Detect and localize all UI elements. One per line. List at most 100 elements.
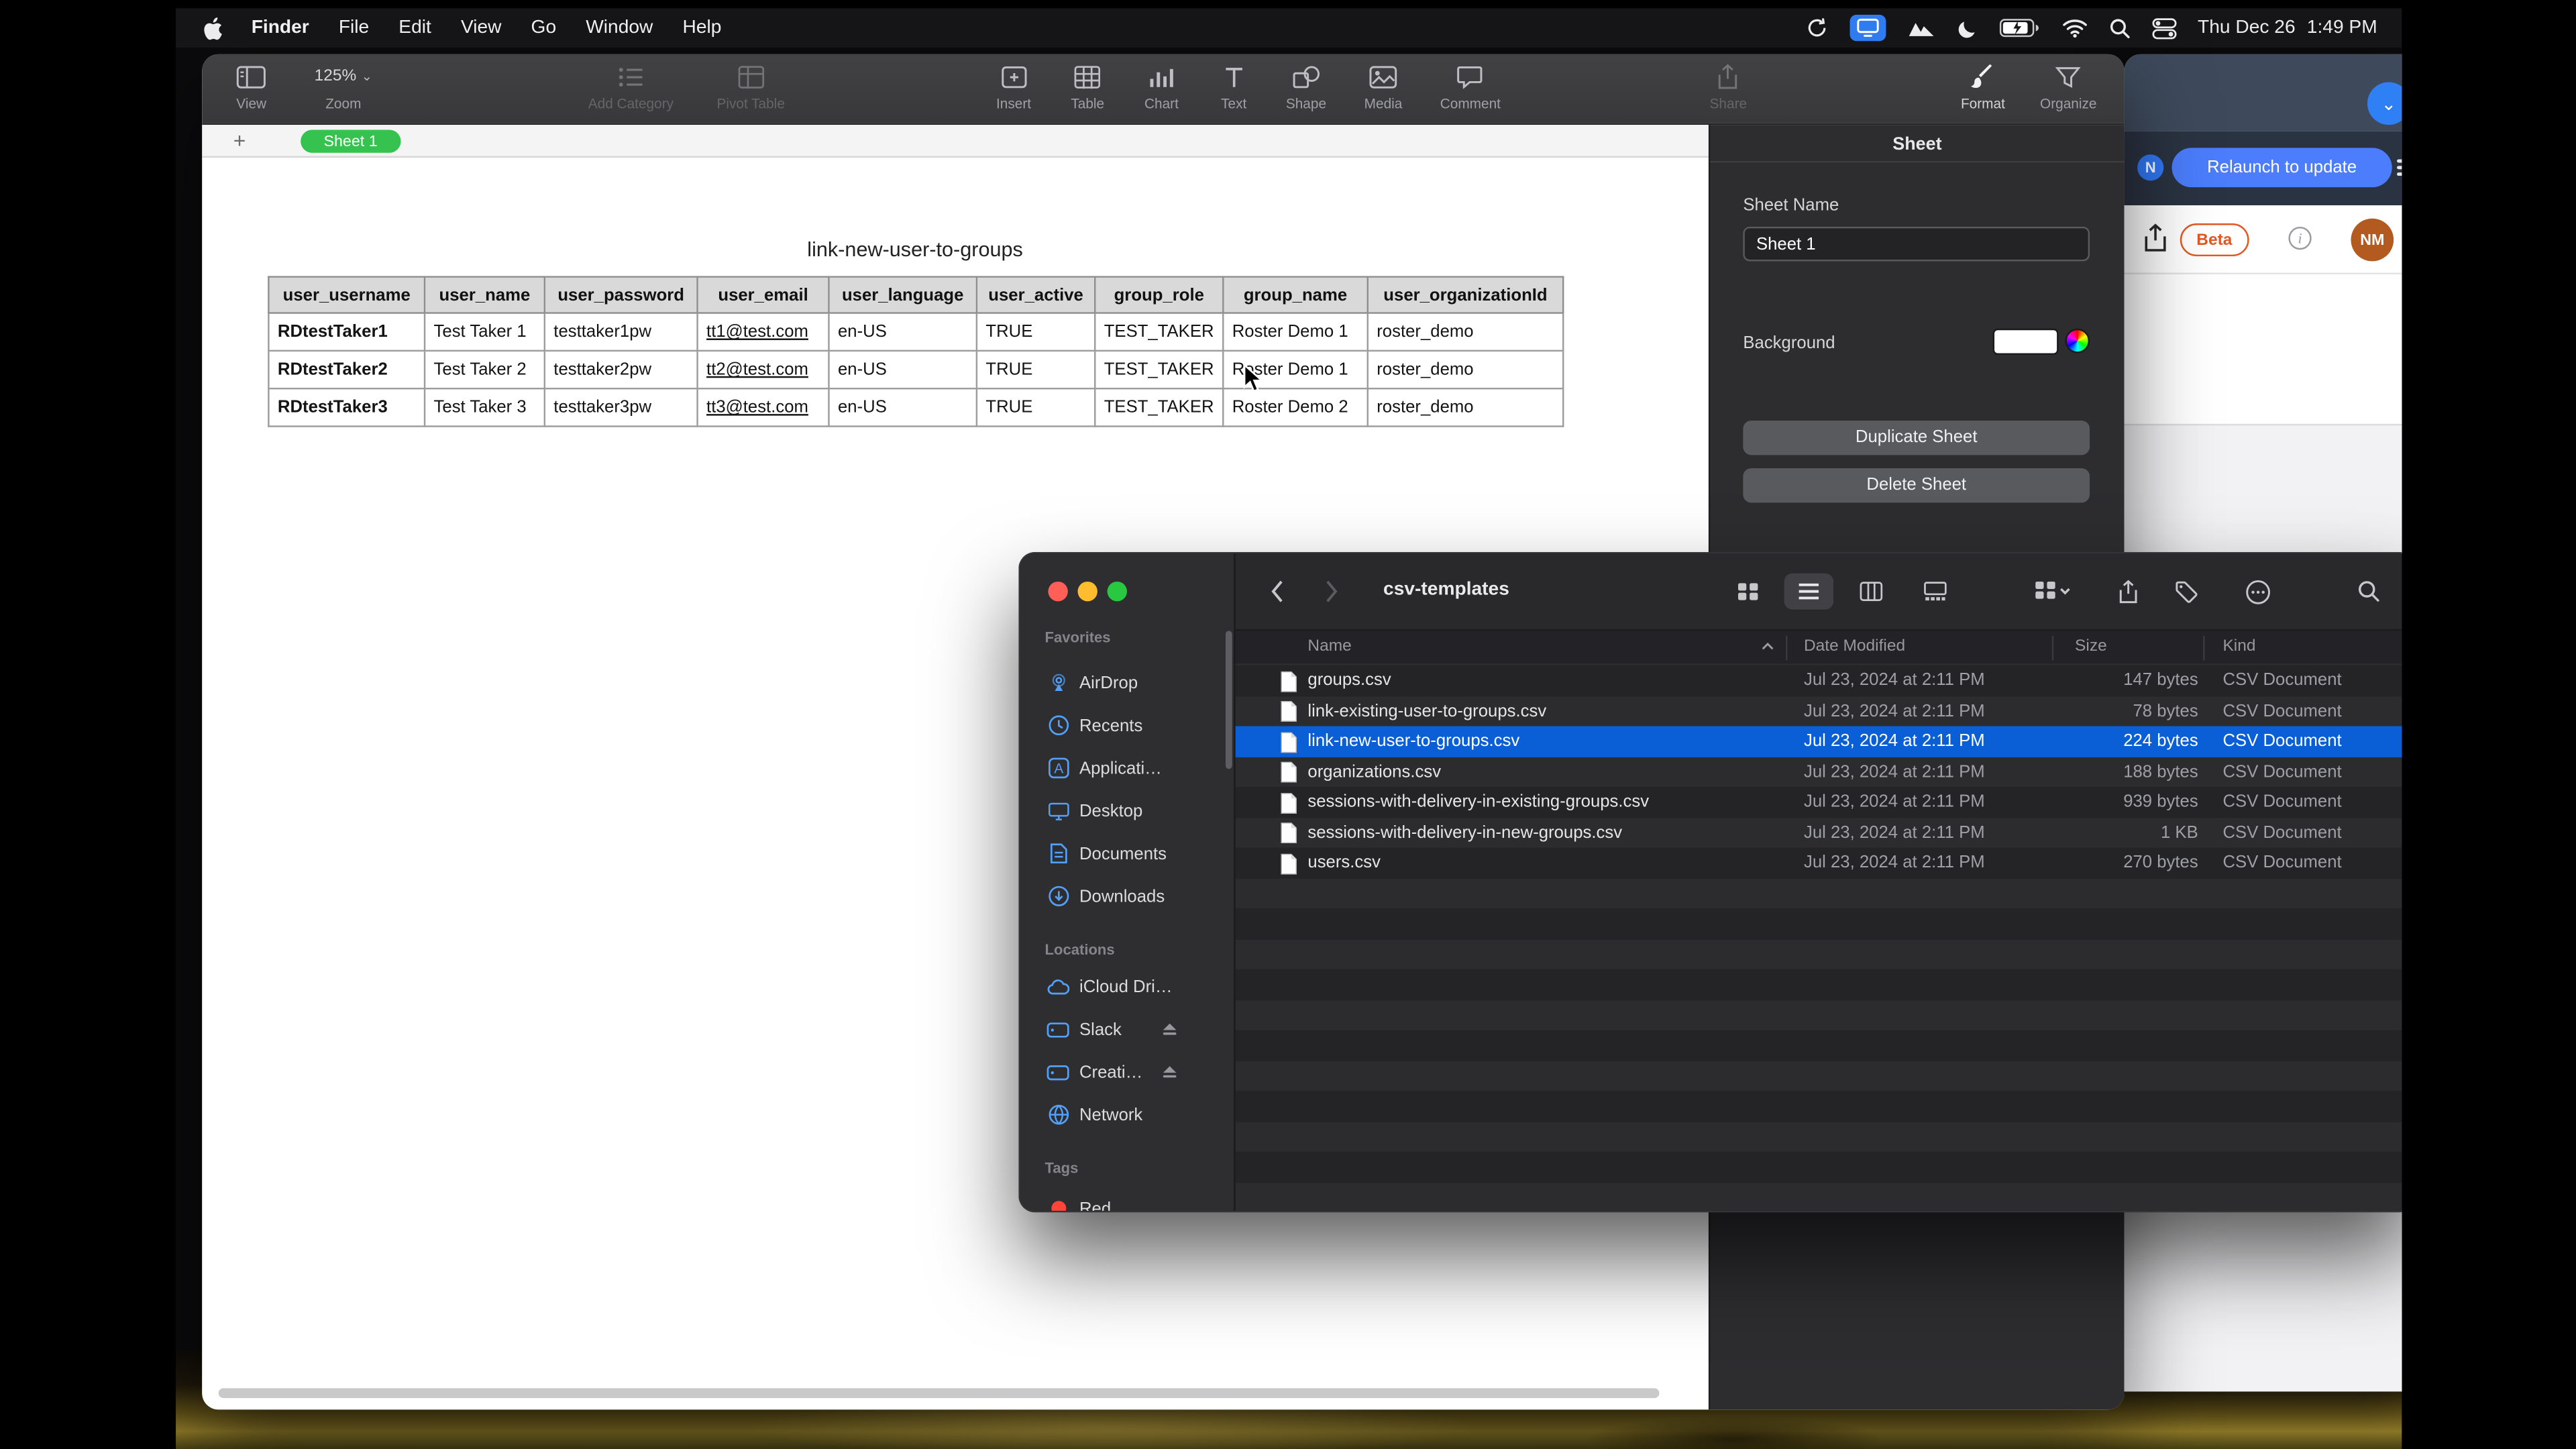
menu-go[interactable]: Go — [517, 18, 572, 38]
media-button[interactable]: Media — [1364, 62, 1403, 111]
file-row[interactable]: groups.csv Jul 23, 2024 at 2:11 PM 147 b… — [1236, 665, 2402, 696]
screen-mirroring-indicator[interactable] — [1849, 15, 1886, 41]
cell[interactable]: en-US — [829, 351, 977, 388]
menu-bar-clock[interactable]: Thu Dec 261:49 PM — [2198, 18, 2377, 38]
cell[interactable]: RDtestTaker1 — [268, 313, 425, 351]
cell[interactable]: Roster Demo 1 — [1223, 313, 1368, 351]
upload-icon[interactable] — [2142, 223, 2168, 261]
zoom-button[interactable] — [1108, 582, 1127, 601]
file-row-selected[interactable]: link-new-user-to-groups.csv Jul 23, 2024… — [1236, 726, 2402, 756]
menu-file[interactable]: File — [324, 18, 384, 38]
column-header[interactable]: user_name — [425, 277, 545, 313]
cell[interactable]: roster_demo — [1368, 313, 1563, 351]
eject-icon[interactable] — [1161, 1022, 1177, 1041]
group-by-button[interactable] — [2034, 580, 2070, 602]
file-row[interactable]: sessions-with-delivery-in-existing-group… — [1236, 787, 2402, 817]
column-header[interactable]: group_role — [1095, 277, 1223, 313]
eject-icon[interactable] — [1161, 1065, 1177, 1084]
column-header[interactable]: user_organizationId — [1368, 277, 1563, 313]
column-name[interactable]: Name — [1307, 637, 1351, 655]
text-button[interactable]: Text — [1221, 62, 1246, 111]
insert-button[interactable]: Insert — [996, 62, 1031, 111]
column-size[interactable]: Size — [2075, 637, 2107, 655]
gallery-view-button[interactable] — [1911, 574, 1960, 610]
chart-button[interactable]: Chart — [1144, 62, 1179, 111]
cell[interactable]: tt2@test.com — [698, 351, 829, 388]
column-view-button[interactable] — [1847, 574, 1896, 610]
cell[interactable]: tt1@test.com — [698, 313, 829, 351]
color-wheel-icon[interactable] — [2065, 329, 2090, 354]
relaunch-button[interactable]: Relaunch to update — [2172, 148, 2392, 187]
cell[interactable]: TRUE — [977, 313, 1095, 351]
sidebar-item-applications[interactable]: A Applicati… — [1020, 751, 1236, 785]
spotlight-icon[interactable] — [2109, 17, 2131, 39]
column-date-modified[interactable]: Date Modified — [1804, 637, 1905, 655]
browser-avatar[interactable]: N — [2137, 154, 2163, 180]
share-button[interactable]: Share — [1710, 62, 1748, 111]
column-header[interactable]: user_language — [829, 277, 977, 313]
zoom-control[interactable]: 125%⌄ Zoom — [315, 62, 372, 111]
menu-view[interactable]: View — [446, 18, 517, 38]
sidebar-item-slack[interactable]: Slack — [1020, 1012, 1236, 1046]
cell[interactable]: roster_demo — [1368, 388, 1563, 426]
shape-button[interactable]: Shape — [1286, 62, 1326, 111]
menu-edit[interactable]: Edit — [384, 18, 446, 38]
cell[interactable]: roster_demo — [1368, 351, 1563, 388]
cell[interactable]: Test Taker 1 — [425, 313, 545, 351]
close-button[interactable] — [1048, 582, 1067, 601]
file-row[interactable]: sessions-with-delivery-in-new-groups.csv… — [1236, 817, 2402, 847]
delete-sheet-button[interactable]: Delete Sheet — [1743, 468, 2090, 502]
cell[interactable]: TEST_TAKER — [1095, 313, 1223, 351]
share-icon[interactable] — [2118, 580, 2139, 604]
format-button[interactable]: Format — [1961, 62, 2005, 111]
cell[interactable]: Test Taker 2 — [425, 351, 545, 388]
sidebar-item-downloads[interactable]: Downloads — [1020, 879, 1236, 913]
wifi-icon[interactable] — [2061, 18, 2088, 38]
column-header[interactable]: user_username — [268, 277, 425, 313]
forward-button[interactable] — [1324, 580, 1339, 611]
background-color-swatch[interactable] — [1993, 329, 2059, 355]
icon-view-button[interactable] — [1723, 574, 1772, 610]
menu-finder[interactable]: Finder — [237, 18, 324, 38]
file-row[interactable]: users.csv Jul 23, 2024 at 2:11 PM 270 by… — [1236, 848, 2402, 878]
sidebar-item-recents[interactable]: Recents — [1020, 708, 1236, 743]
cell[interactable]: TEST_TAKER — [1095, 351, 1223, 388]
sidebar-item-creative[interactable]: Creati… — [1020, 1055, 1236, 1089]
column-kind[interactable]: Kind — [2222, 637, 2255, 655]
comment-button[interactable]: Comment — [1440, 62, 1501, 111]
add-category-button[interactable]: Add Category — [588, 62, 674, 111]
file-row[interactable]: link-existing-user-to-groups.csv Jul 23,… — [1236, 696, 2402, 726]
sheet-name-input[interactable] — [1743, 227, 2090, 261]
sidebar-item-airdrop[interactable]: AirDrop — [1020, 665, 1236, 700]
column-header[interactable]: group_name — [1223, 277, 1368, 313]
column-header[interactable]: user_active — [977, 277, 1095, 313]
cell[interactable]: RDtestTaker3 — [268, 388, 425, 426]
sidebar-item-network[interactable]: Network — [1020, 1097, 1236, 1132]
apple-menu[interactable] — [176, 15, 237, 40]
file-row[interactable]: organizations.csv Jul 23, 2024 at 2:11 P… — [1236, 757, 2402, 787]
pivot-table-button[interactable]: Pivot Table — [716, 62, 784, 111]
browser-menu-icon[interactable] — [2397, 160, 2402, 176]
list-view-button[interactable] — [1784, 574, 1833, 610]
control-center-icon[interactable] — [2151, 17, 2176, 39]
menu-window[interactable]: Window — [571, 18, 667, 38]
duplicate-sheet-button[interactable]: Duplicate Sheet — [1743, 421, 2090, 455]
sort-ascending-icon[interactable] — [1761, 637, 1774, 655]
battery-charging-icon[interactable] — [1999, 18, 2040, 38]
user-avatar[interactable]: NM — [2351, 219, 2394, 262]
tab-sheet-1[interactable]: Sheet 1 — [301, 129, 400, 152]
cell[interactable]: en-US — [829, 313, 977, 351]
browser-collapse-button[interactable]: ⌄ — [2367, 82, 2402, 125]
horizontal-scrollbar[interactable] — [219, 1388, 1660, 1398]
back-button[interactable] — [1270, 580, 1285, 611]
column-divider[interactable] — [2203, 636, 2204, 661]
sidebar-item-red-tag[interactable]: Red — [1020, 1191, 1236, 1213]
more-options-button[interactable] — [2246, 580, 2271, 604]
focus-moon-icon[interactable] — [1956, 17, 1978, 39]
cell[interactable]: tt3@test.com — [698, 388, 829, 426]
minimize-button[interactable] — [1078, 582, 1097, 601]
tag-icon[interactable] — [2175, 580, 2198, 602]
cell[interactable]: Test Taker 3 — [425, 388, 545, 426]
sync-icon[interactable] — [1805, 16, 1828, 39]
cell[interactable]: testtaker1pw — [545, 313, 698, 351]
